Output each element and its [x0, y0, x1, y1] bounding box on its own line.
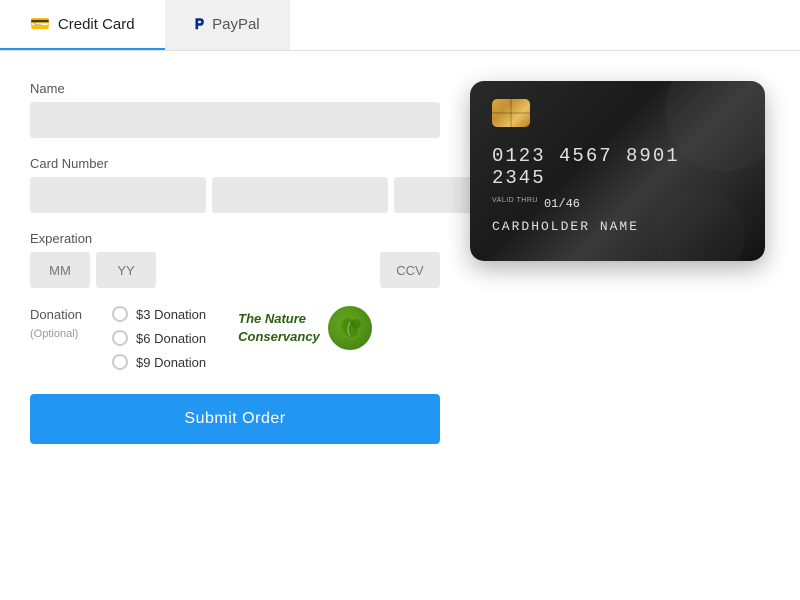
ccv-input[interactable]	[380, 252, 440, 288]
submit-order-button[interactable]: Submit Order	[30, 394, 440, 444]
donation-option-6[interactable]: $6 Donation	[112, 330, 206, 346]
nature-conservancy-logo: The Nature Conservancy	[238, 306, 372, 350]
nature-conservancy-line1: The Nature	[238, 311, 306, 326]
donation-option-9[interactable]: $9 Donation	[112, 354, 206, 370]
donation-label: Donation	[30, 307, 82, 322]
tab-credit-card-label: Credit Card	[58, 16, 135, 33]
card-number-group: Card Number	[30, 156, 440, 213]
leaf-svg	[336, 314, 364, 342]
mm-input[interactable]	[30, 252, 90, 288]
donation-label-9: $9 Donation	[136, 355, 206, 370]
yy-input[interactable]	[96, 252, 156, 288]
card-valid-date: 01/46	[544, 197, 580, 211]
name-input[interactable]	[30, 102, 440, 138]
credit-card-icon: 💳	[30, 14, 50, 34]
donation-radio-6[interactable]	[112, 330, 128, 346]
nature-leaf-icon	[328, 306, 372, 350]
tab-paypal[interactable]: 𝐏 PayPal	[165, 0, 290, 50]
credit-card-visual: 0123 4567 8901 2345 VALID THRU 01/46 CAR…	[470, 81, 765, 261]
card-number-row	[30, 177, 440, 213]
donation-label-col: Donation (Optional)	[30, 306, 100, 342]
tab-credit-card[interactable]: 💳 Credit Card	[0, 0, 165, 50]
name-group: Name	[30, 81, 440, 138]
expiration-row	[30, 252, 440, 288]
donation-options: $3 Donation $6 Donation $9 Donation	[112, 306, 206, 370]
card-segment-2[interactable]	[212, 177, 388, 213]
card-chip-icon	[492, 99, 530, 127]
expiration-group: Experation	[30, 231, 440, 288]
donation-label-3: $3 Donation	[136, 307, 206, 322]
nature-conservancy-line2: Conservancy	[238, 329, 320, 344]
donation-label-6: $6 Donation	[136, 331, 206, 346]
expiration-label: Experation	[30, 231, 440, 246]
donation-option-3[interactable]: $3 Donation	[112, 306, 206, 322]
donation-optional-label: (Optional)	[30, 328, 78, 340]
name-label: Name	[30, 81, 440, 96]
tab-paypal-label: PayPal	[212, 16, 260, 33]
card-valid-thru-label: VALID THRU	[492, 197, 538, 205]
paypal-icon: 𝐏	[195, 16, 204, 33]
donation-radio-9[interactable]	[112, 354, 128, 370]
card-segment-1[interactable]	[30, 177, 206, 213]
donation-group: Donation (Optional) $3 Donation $6 Donat…	[30, 306, 440, 370]
card-visual-section: 0123 4567 8901 2345 VALID THRU 01/46 CAR…	[470, 81, 770, 444]
payment-tabs: 💳 Credit Card 𝐏 PayPal	[0, 0, 800, 51]
payment-form: Name Card Number Experation	[30, 81, 440, 444]
card-number-label: Card Number	[30, 156, 440, 171]
donation-radio-3[interactable]	[112, 306, 128, 322]
